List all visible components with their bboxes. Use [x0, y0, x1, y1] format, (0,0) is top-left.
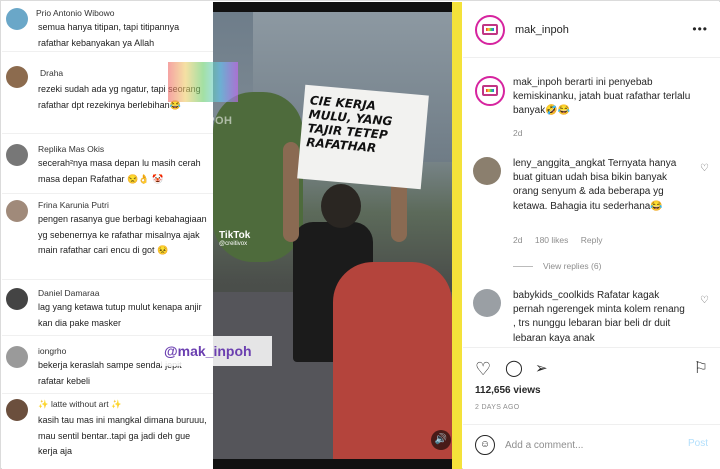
post-actions: ♡ ◯ ➢ ⚐ 112,656 views 2 DAYS AGO [463, 347, 720, 432]
comment-time: 2d [513, 235, 523, 245]
overlay-comment: ✨ latte without art ✨ kasih tau mas ini … [2, 397, 213, 469]
caption-meta: 2d [513, 128, 532, 138]
comment-meta: 2d 180 likes Reply [513, 235, 613, 245]
overlay-comment: Frina Karunia Putri pengen rasanya gue b… [2, 196, 213, 280]
view-count[interactable]: 112,656 views [475, 385, 541, 396]
comment-author: iongrho [38, 346, 67, 356]
sound-icon[interactable]: 🔊 [431, 430, 451, 450]
overlay-comment: Daniel Damaraa lag yang ketawa tutup mul… [2, 284, 213, 336]
like-comment-heart-icon[interactable]: ♡ [700, 163, 709, 174]
emoji-icon[interactable]: ☺ [475, 435, 495, 455]
avatar [6, 399, 28, 421]
video-media[interactable]: CIE KERJA MULU, YANG TAJIR TETEP RAFATHA… [2, 2, 462, 469]
avatar [6, 288, 28, 310]
avatar [6, 346, 28, 368]
bookmark-icon[interactable]: ⚐ [694, 360, 708, 378]
overlay-rainbow-strip [168, 62, 238, 102]
comment-input[interactable] [505, 433, 675, 457]
comment-text: pengen rasanya gue berbagi kebahagiaan y… [38, 214, 207, 255]
overlay-comment: Replika Mas Okis secerah²nya masa depan … [2, 140, 213, 194]
reply-button[interactable]: Reply [581, 235, 603, 245]
avatar [6, 144, 28, 166]
comment-likes[interactable]: 180 likes [535, 235, 569, 245]
comment-icon[interactable]: ◯ [505, 360, 523, 378]
tiktok-logo: TikTok @creitivox [219, 230, 250, 247]
tv-logo-icon [482, 24, 498, 35]
tiktok-handle: @creitivox [219, 241, 248, 247]
comment-item: leny_anggita_angkat Ternyata hanya buat … [473, 157, 709, 282]
post-age: 2 DAYS AGO [475, 404, 520, 411]
overlay-comment: Prio Antonio Wibowo semua hanya titipan,… [2, 2, 213, 52]
view-replies-line [513, 266, 533, 268]
comment-text: semua hanya titipan, tapi titipannya raf… [38, 22, 180, 48]
comment-text: lag yang ketawa tutup mulut kenapa anjir… [38, 302, 202, 328]
post-username[interactable]: mak_inpoh [515, 24, 569, 36]
comment-text: kasih tau mas ini mangkal dimana buruuu,… [38, 415, 207, 456]
post-caption: mak_inpoh berarti ini penyebab kemiskina… [473, 74, 709, 144]
view-replies-button[interactable]: View replies (6) [513, 261, 601, 271]
comment-author: ✨ latte without art ✨ [38, 399, 122, 409]
post-frame: CIE KERJA MULU, YANG TAJIR TETEP RAFATHA… [0, 0, 720, 469]
video-watermark: MAK_INPOH [162, 115, 233, 127]
yellow-border-right [452, 2, 462, 469]
overlay-username-tag: @mak_inpoh [160, 336, 272, 366]
post-side-panel: mak_inpoh ••• mak_inpoh berarti ini peny… [463, 2, 720, 469]
comment-author: Daniel Damaraa [38, 288, 100, 298]
comment-username[interactable]: babykids_coolkids [513, 290, 594, 301]
avatar[interactable] [473, 157, 501, 185]
add-comment-bar: ☺ Post [463, 424, 720, 469]
tiktok-label: TikTok [219, 230, 251, 241]
view-replies-label: View replies (6) [543, 261, 602, 271]
caption-body: mak_inpoh berarti ini penyebab kemiskina… [513, 76, 709, 119]
post-button[interactable]: Post [688, 438, 708, 449]
tv-logo-icon [482, 85, 498, 96]
comment-author: Frina Karunia Putri [38, 200, 109, 210]
video-frame: CIE KERJA MULU, YANG TAJIR TETEP RAFATHA… [213, 12, 452, 459]
protest-sign: CIE KERJA MULU, YANG TAJIR TETEP RAFATHA… [297, 84, 429, 190]
share-icon[interactable]: ➢ [535, 360, 548, 378]
motorbike-foreground [333, 262, 452, 459]
comment-body: leny_anggita_angkat Ternyata hanya buat … [513, 157, 689, 214]
avatar[interactable] [475, 76, 505, 106]
caption-username[interactable]: mak_inpoh [513, 77, 562, 88]
more-options-icon[interactable]: ••• [692, 22, 708, 36]
post-header: mak_inpoh ••• [463, 2, 720, 58]
person-head [321, 184, 361, 228]
comment-username[interactable]: leny_anggita_angkat [513, 158, 605, 169]
avatar [6, 200, 28, 222]
comment-author: Draha [40, 68, 64, 78]
person-arm-left [283, 142, 299, 242]
caption-time: 2d [513, 128, 523, 138]
comment-body: babykids_coolkids Rafatar kagak pernah n… [513, 289, 689, 346]
heart-icon[interactable]: ♡ [475, 360, 491, 378]
comment-item: babykids_coolkids Rafatar kagak pernah n… [473, 289, 709, 347]
avatar[interactable] [473, 289, 501, 317]
comment-author: Replika Mas Okis [38, 144, 105, 154]
like-comment-heart-icon[interactable]: ♡ [700, 295, 709, 306]
comment-author: Prio Antonio Wibowo [36, 8, 115, 18]
comment-text: secerah²nya masa depan lu masih cerah ma… [38, 158, 201, 184]
avatar [6, 8, 28, 30]
avatar [6, 66, 28, 88]
avatar[interactable] [475, 15, 505, 45]
